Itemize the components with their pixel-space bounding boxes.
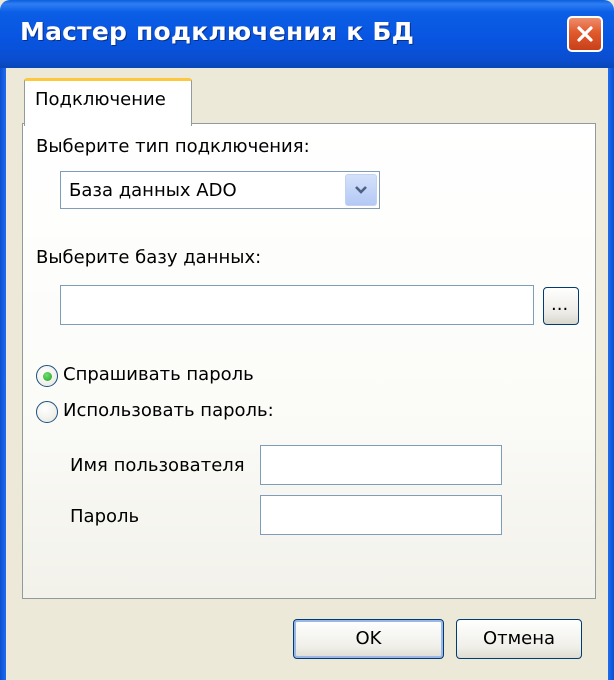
database-path-input[interactable] <box>60 285 534 325</box>
password-input[interactable] <box>260 495 502 535</box>
tab-connection[interactable]: Подключение <box>24 78 192 126</box>
chevron-down-icon <box>355 186 367 194</box>
radio-circle <box>36 365 58 387</box>
dialog-window: Мастер подключения к БД Подключение Выбе… <box>0 0 614 680</box>
username-label: Имя пользователя <box>70 455 245 476</box>
window-frame-right <box>608 68 614 680</box>
dropdown-button[interactable] <box>345 174 377 206</box>
radio-circle <box>36 401 58 423</box>
username-input[interactable] <box>260 445 502 485</box>
ask-password-radio[interactable]: Спрашивать пароль <box>36 364 316 390</box>
ok-button[interactable]: OK <box>293 619 444 659</box>
connection-type-label: Выберите тип подключения: <box>36 136 310 157</box>
password-label: Пароль <box>70 506 140 527</box>
title-bar[interactable]: Мастер подключения к БД <box>0 0 614 68</box>
close-icon <box>577 26 593 42</box>
connection-type-select[interactable]: База данных ADO <box>60 171 380 209</box>
database-label: Выберите базу данных: <box>36 247 262 268</box>
cancel-button[interactable]: Отмена <box>456 619 582 659</box>
use-password-label: Использовать пароль: <box>63 400 274 421</box>
use-password-radio[interactable]: Использовать пароль: <box>36 400 316 426</box>
close-button[interactable] <box>567 16 603 52</box>
browse-button-label: ... <box>551 294 569 315</box>
browse-button[interactable]: ... <box>543 287 579 325</box>
connection-type-value: База данных ADO <box>69 180 237 201</box>
ask-password-label: Спрашивать пароль <box>63 364 254 385</box>
tab-connection-label: Подключение <box>35 89 166 110</box>
window-title: Мастер подключения к БД <box>20 17 415 46</box>
window-frame-left <box>0 68 6 680</box>
radio-selected-dot <box>43 372 52 381</box>
